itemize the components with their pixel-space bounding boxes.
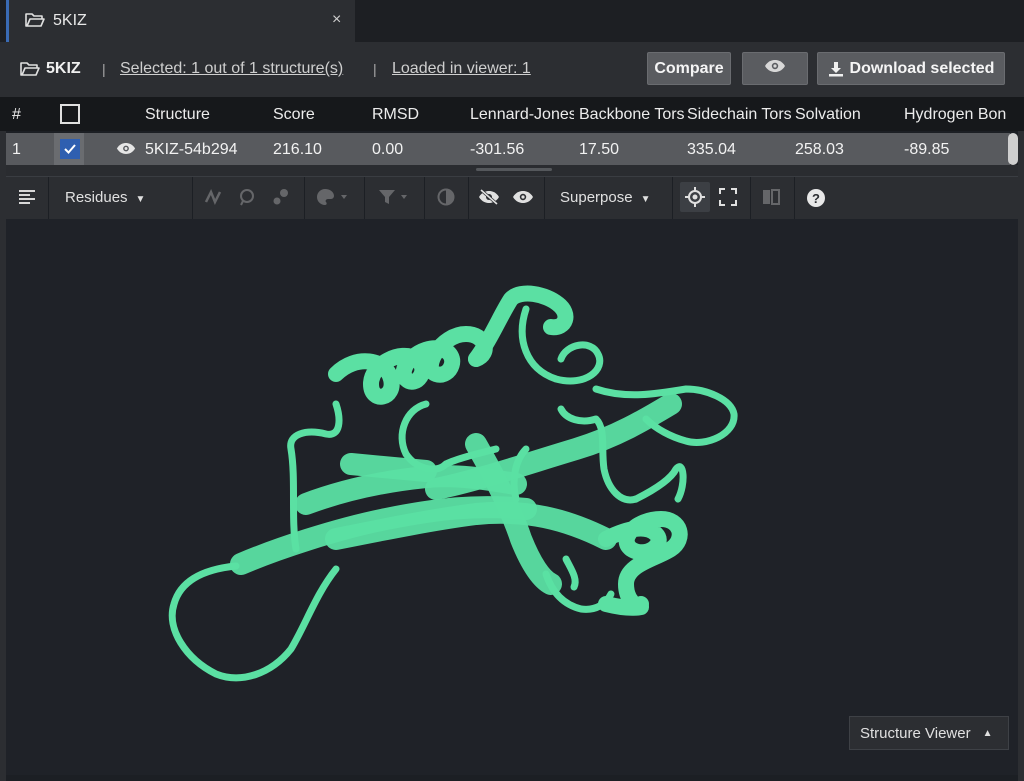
row-index: 1 bbox=[12, 141, 21, 158]
residues-dropdown[interactable]: Residues ▼ bbox=[65, 189, 145, 206]
caret-down-icon: ▼ bbox=[135, 194, 146, 205]
table-row[interactable]: 1 5KIZ-54b294 216.10 0.00 -301.56 17.50 … bbox=[6, 133, 1010, 165]
help-icon[interactable]: ? bbox=[806, 188, 826, 213]
structure-group-name: 5KIZ bbox=[46, 60, 81, 77]
tab-bar: 5KIZ × bbox=[0, 0, 1024, 43]
toolbar-divider bbox=[364, 177, 365, 219]
cell-solvation: 258.03 bbox=[795, 141, 844, 158]
tab-title: 5KIZ bbox=[53, 12, 87, 29]
separator: | bbox=[373, 61, 377, 77]
helix-icon[interactable] bbox=[204, 188, 222, 211]
toolbar-divider bbox=[304, 177, 305, 219]
caret-up-icon: ▲ bbox=[982, 727, 993, 739]
folder-open-icon bbox=[25, 12, 45, 33]
cell-sidechain-torsion: 335.04 bbox=[687, 141, 736, 158]
col-sidechain-torsion[interactable]: Sidechain Torsion bbox=[687, 106, 791, 124]
download-selected-button[interactable]: Download selected bbox=[817, 52, 1005, 85]
separator: | bbox=[102, 61, 106, 77]
eye-icon bbox=[764, 59, 786, 78]
caret-down-icon: ▼ bbox=[640, 194, 651, 205]
contrast-icon[interactable] bbox=[437, 188, 455, 211]
cell-hydrogen-bond: -89.85 bbox=[904, 141, 950, 158]
row-checkbox[interactable] bbox=[60, 139, 80, 159]
cell-rmsd: 0.00 bbox=[372, 141, 404, 158]
toolbar-divider bbox=[794, 177, 795, 219]
structure-viewer-canvas[interactable] bbox=[6, 219, 1018, 775]
compare-label: Compare bbox=[654, 59, 724, 77]
viewer-toolbar: Residues ▼ Superpose ▼ ? bbox=[6, 176, 1018, 220]
close-icon[interactable]: × bbox=[332, 11, 341, 29]
selected-count-link[interactable]: Selected: 1 out of 1 structure(s) bbox=[120, 60, 343, 78]
resize-handle[interactable] bbox=[476, 168, 552, 171]
cell-structure: 5KIZ-54b294 bbox=[145, 141, 238, 158]
crosshair-icon bbox=[685, 187, 705, 212]
toolbar-divider bbox=[468, 177, 469, 219]
atoms-icon[interactable] bbox=[272, 188, 290, 211]
eye-icon[interactable] bbox=[512, 188, 534, 211]
eye-icon[interactable] bbox=[116, 142, 136, 160]
center-focus-button[interactable] bbox=[680, 182, 710, 212]
protein-ribbon bbox=[168, 285, 738, 682]
view-button[interactable] bbox=[742, 52, 808, 85]
split-view-icon[interactable] bbox=[762, 188, 780, 211]
col-solvation[interactable]: Solvation bbox=[795, 106, 861, 124]
filter-dropdown-icon[interactable] bbox=[378, 188, 410, 211]
structure-viewer-label: Structure Viewer bbox=[860, 724, 971, 742]
residues-label: Residues bbox=[65, 189, 128, 206]
fullscreen-icon[interactable] bbox=[719, 188, 737, 211]
tab-5kiz[interactable]: 5KIZ × bbox=[6, 0, 355, 42]
col-score[interactable]: Score bbox=[273, 106, 315, 124]
select-all-checkbox[interactable] bbox=[60, 104, 80, 124]
lasso-icon[interactable] bbox=[238, 188, 256, 211]
checkmark-icon bbox=[64, 144, 76, 154]
structure-viewer-dropdown[interactable]: Structure Viewer ▲ bbox=[849, 716, 1009, 750]
toolbar-divider bbox=[544, 177, 545, 219]
col-structure[interactable]: Structure bbox=[145, 106, 210, 124]
toolbar-divider bbox=[48, 177, 49, 219]
toolbar-divider bbox=[672, 177, 673, 219]
cell-lennard-jones: -301.56 bbox=[470, 141, 525, 158]
superpose-label: Superpose bbox=[560, 189, 633, 206]
superpose-dropdown[interactable]: Superpose ▼ bbox=[560, 189, 650, 206]
right-border bbox=[1018, 42, 1024, 781]
align-left-icon[interactable] bbox=[18, 188, 36, 211]
download-icon bbox=[828, 61, 844, 77]
cell-backbone-torsion: 17.50 bbox=[579, 141, 620, 158]
table-footer-space bbox=[6, 165, 1018, 176]
horizontal-scrollbar[interactable] bbox=[1008, 133, 1018, 165]
table-header: # Structure Score RMSD Lennard-Jones Bac… bbox=[0, 97, 1024, 131]
toolbar-divider bbox=[424, 177, 425, 219]
toolbar-divider bbox=[750, 177, 751, 219]
svg-text:?: ? bbox=[812, 191, 820, 206]
col-hydrogen-bond[interactable]: Hydrogen Bon bbox=[904, 106, 1008, 124]
loaded-in-viewer-link[interactable]: Loaded in viewer: 1 bbox=[392, 60, 531, 78]
col-backbone-torsion[interactable]: Backbone Torsion bbox=[579, 106, 684, 124]
cell-score: 216.10 bbox=[273, 141, 322, 158]
col-lennard-jones[interactable]: Lennard-Jones bbox=[470, 106, 574, 124]
eye-off-icon[interactable] bbox=[478, 188, 500, 211]
download-label: Download selected bbox=[849, 59, 995, 77]
compare-button[interactable]: Compare bbox=[647, 52, 731, 85]
toolbar-divider bbox=[192, 177, 193, 219]
folder-open-icon bbox=[20, 61, 40, 82]
palette-dropdown-icon[interactable] bbox=[316, 188, 350, 211]
col-rmsd[interactable]: RMSD bbox=[372, 106, 419, 124]
col-index[interactable]: # bbox=[12, 106, 21, 124]
